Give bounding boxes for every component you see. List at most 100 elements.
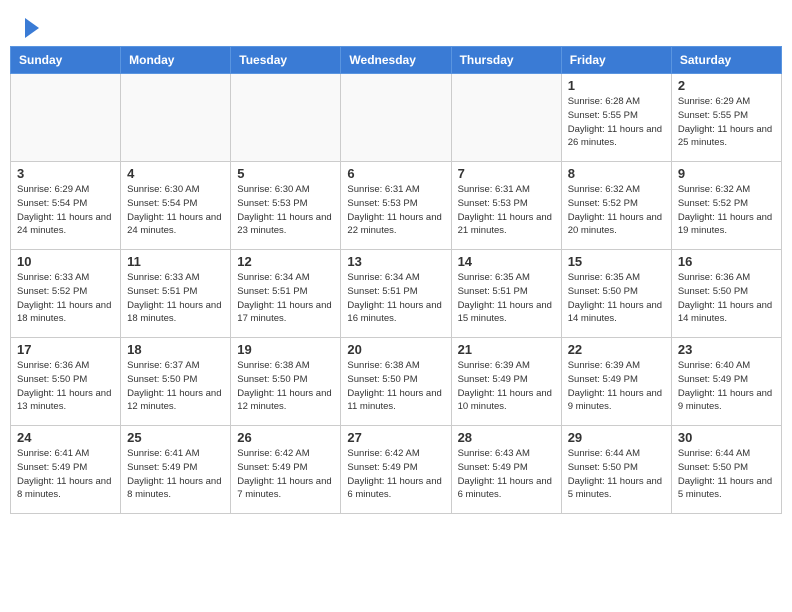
calendar-cell: 17 Sunrise: 6:36 AM Sunset: 5:50 PM Dayli… (11, 338, 121, 426)
logo-arrow-icon (25, 18, 39, 38)
day-number: 7 (458, 166, 555, 181)
day-info: Sunrise: 6:39 AM Sunset: 5:49 PM Dayligh… (568, 359, 665, 414)
day-number: 13 (347, 254, 444, 269)
calendar-cell: 14 Sunrise: 6:35 AM Sunset: 5:51 PM Dayli… (451, 250, 561, 338)
day-info: Sunrise: 6:30 AM Sunset: 5:54 PM Dayligh… (127, 183, 224, 238)
day-info: Sunrise: 6:41 AM Sunset: 5:49 PM Dayligh… (17, 447, 114, 502)
day-number: 14 (458, 254, 555, 269)
calendar-cell: 11 Sunrise: 6:33 AM Sunset: 5:51 PM Dayli… (121, 250, 231, 338)
day-info: Sunrise: 6:41 AM Sunset: 5:49 PM Dayligh… (127, 447, 224, 502)
day-number: 22 (568, 342, 665, 357)
day-info: Sunrise: 6:35 AM Sunset: 5:51 PM Dayligh… (458, 271, 555, 326)
calendar-week-4: 24Sunrise: 6:41 AM Sunset: 5:49 PM Dayli… (11, 426, 782, 514)
calendar-cell: 4 Sunrise: 6:30 AM Sunset: 5:54 PM Daylig… (121, 162, 231, 250)
day-info: Sunrise: 6:42 AM Sunset: 5:49 PM Dayligh… (347, 447, 444, 502)
calendar-cell: 26 Sunrise: 6:42 AM Sunset: 5:49 PM Dayli… (231, 426, 341, 514)
day-info: Sunrise: 6:31 AM Sunset: 5:53 PM Dayligh… (347, 183, 444, 238)
day-info: Sunrise: 6:37 AM Sunset: 5:50 PM Dayligh… (127, 359, 224, 414)
day-number: 4 (127, 166, 224, 181)
calendar-cell: 28 Sunrise: 6:43 AM Sunset: 5:49 PM Dayli… (451, 426, 561, 514)
day-info: Sunrise: 6:33 AM Sunset: 5:51 PM Dayligh… (127, 271, 224, 326)
day-info: Sunrise: 6:31 AM Sunset: 5:53 PM Dayligh… (458, 183, 555, 238)
day-info: Sunrise: 6:35 AM Sunset: 5:50 PM Dayligh… (568, 271, 665, 326)
day-number: 20 (347, 342, 444, 357)
day-number: 6 (347, 166, 444, 181)
calendar-cell: 1 Sunrise: 6:28 AM Sunset: 5:55 PM Daylig… (561, 74, 671, 162)
calendar-cell (11, 74, 121, 162)
calendar-cell: 22 Sunrise: 6:39 AM Sunset: 5:49 PM Dayli… (561, 338, 671, 426)
day-number: 21 (458, 342, 555, 357)
weekday-header-friday: Friday (561, 47, 671, 74)
logo-area (20, 16, 39, 38)
calendar-cell: 10 Sunrise: 6:33 AM Sunset: 5:52 PM Dayli… (11, 250, 121, 338)
day-number: 1 (568, 78, 665, 93)
calendar-week-0: 1 Sunrise: 6:28 AM Sunset: 5:55 PM Daylig… (11, 74, 782, 162)
day-info: Sunrise: 6:29 AM Sunset: 5:54 PM Dayligh… (17, 183, 114, 238)
day-number: 8 (568, 166, 665, 181)
day-number: 2 (678, 78, 775, 93)
day-info: Sunrise: 6:40 AM Sunset: 5:49 PM Dayligh… (678, 359, 775, 414)
calendar-cell: 16 Sunrise: 6:36 AM Sunset: 5:50 PM Dayli… (671, 250, 781, 338)
calendar-week-3: 17 Sunrise: 6:36 AM Sunset: 5:50 PM Dayli… (11, 338, 782, 426)
calendar-week-1: 3 Sunrise: 6:29 AM Sunset: 5:54 PM Daylig… (11, 162, 782, 250)
day-number: 26 (237, 430, 334, 445)
weekday-header-saturday: Saturday (671, 47, 781, 74)
day-info: Sunrise: 6:38 AM Sunset: 5:50 PM Dayligh… (237, 359, 334, 414)
calendar-cell: 18 Sunrise: 6:37 AM Sunset: 5:50 PM Dayli… (121, 338, 231, 426)
calendar-cell: 7 Sunrise: 6:31 AM Sunset: 5:53 PM Daylig… (451, 162, 561, 250)
calendar-cell: 23 Sunrise: 6:40 AM Sunset: 5:49 PM Dayli… (671, 338, 781, 426)
calendar-header: SundayMondayTuesdayWednesdayThursdayFrid… (11, 47, 782, 74)
weekday-header-monday: Monday (121, 47, 231, 74)
day-info: Sunrise: 6:38 AM Sunset: 5:50 PM Dayligh… (347, 359, 444, 414)
weekday-header-tuesday: Tuesday (231, 47, 341, 74)
day-info: Sunrise: 6:36 AM Sunset: 5:50 PM Dayligh… (678, 271, 775, 326)
day-number: 16 (678, 254, 775, 269)
calendar-cell: 8 Sunrise: 6:32 AM Sunset: 5:52 PM Daylig… (561, 162, 671, 250)
calendar-cell: 9 Sunrise: 6:32 AM Sunset: 5:52 PM Daylig… (671, 162, 781, 250)
calendar-cell: 3 Sunrise: 6:29 AM Sunset: 5:54 PM Daylig… (11, 162, 121, 250)
calendar-body: 1 Sunrise: 6:28 AM Sunset: 5:55 PM Daylig… (11, 74, 782, 514)
calendar-cell (451, 74, 561, 162)
calendar-cell: 6 Sunrise: 6:31 AM Sunset: 5:53 PM Daylig… (341, 162, 451, 250)
day-info: Sunrise: 6:32 AM Sunset: 5:52 PM Dayligh… (568, 183, 665, 238)
day-number: 17 (17, 342, 114, 357)
day-number: 12 (237, 254, 334, 269)
day-info: Sunrise: 6:42 AM Sunset: 5:49 PM Dayligh… (237, 447, 334, 502)
calendar-wrapper: SundayMondayTuesdayWednesdayThursdayFrid… (0, 46, 792, 524)
page-header (0, 0, 792, 46)
day-number: 23 (678, 342, 775, 357)
day-info: Sunrise: 6:34 AM Sunset: 5:51 PM Dayligh… (347, 271, 444, 326)
calendar-cell: 2Sunrise: 6:29 AM Sunset: 5:55 PM Daylig… (671, 74, 781, 162)
calendar-cell: 21Sunrise: 6:39 AM Sunset: 5:49 PM Dayli… (451, 338, 561, 426)
day-number: 9 (678, 166, 775, 181)
day-info: Sunrise: 6:36 AM Sunset: 5:50 PM Dayligh… (17, 359, 114, 414)
day-number: 11 (127, 254, 224, 269)
day-number: 10 (17, 254, 114, 269)
calendar-cell: 25Sunrise: 6:41 AM Sunset: 5:49 PM Dayli… (121, 426, 231, 514)
calendar-cell: 12Sunrise: 6:34 AM Sunset: 5:51 PM Dayli… (231, 250, 341, 338)
calendar-cell (341, 74, 451, 162)
calendar-cell: 29Sunrise: 6:44 AM Sunset: 5:50 PM Dayli… (561, 426, 671, 514)
calendar-cell: 24Sunrise: 6:41 AM Sunset: 5:49 PM Dayli… (11, 426, 121, 514)
calendar-cell: 5Sunrise: 6:30 AM Sunset: 5:53 PM Daylig… (231, 162, 341, 250)
day-number: 28 (458, 430, 555, 445)
weekday-row: SundayMondayTuesdayWednesdayThursdayFrid… (11, 47, 782, 74)
calendar-table: SundayMondayTuesdayWednesdayThursdayFrid… (10, 46, 782, 514)
day-number: 3 (17, 166, 114, 181)
day-info: Sunrise: 6:33 AM Sunset: 5:52 PM Dayligh… (17, 271, 114, 326)
day-number: 15 (568, 254, 665, 269)
day-info: Sunrise: 6:32 AM Sunset: 5:52 PM Dayligh… (678, 183, 775, 238)
calendar-cell (231, 74, 341, 162)
day-info: Sunrise: 6:43 AM Sunset: 5:49 PM Dayligh… (458, 447, 555, 502)
calendar-cell: 27 Sunrise: 6:42 AM Sunset: 5:49 PM Dayli… (341, 426, 451, 514)
calendar-cell: 13 Sunrise: 6:34 AM Sunset: 5:51 PM Dayli… (341, 250, 451, 338)
weekday-header-wednesday: Wednesday (341, 47, 451, 74)
calendar-cell: 20 Sunrise: 6:38 AM Sunset: 5:50 PM Dayli… (341, 338, 451, 426)
calendar-cell: 30Sunrise: 6:44 AM Sunset: 5:50 PM Dayli… (671, 426, 781, 514)
day-number: 18 (127, 342, 224, 357)
day-info: Sunrise: 6:44 AM Sunset: 5:50 PM Dayligh… (568, 447, 665, 502)
day-number: 27 (347, 430, 444, 445)
day-info: Sunrise: 6:28 AM Sunset: 5:55 PM Dayligh… (568, 95, 665, 150)
weekday-header-thursday: Thursday (451, 47, 561, 74)
calendar-week-2: 10 Sunrise: 6:33 AM Sunset: 5:52 PM Dayli… (11, 250, 782, 338)
